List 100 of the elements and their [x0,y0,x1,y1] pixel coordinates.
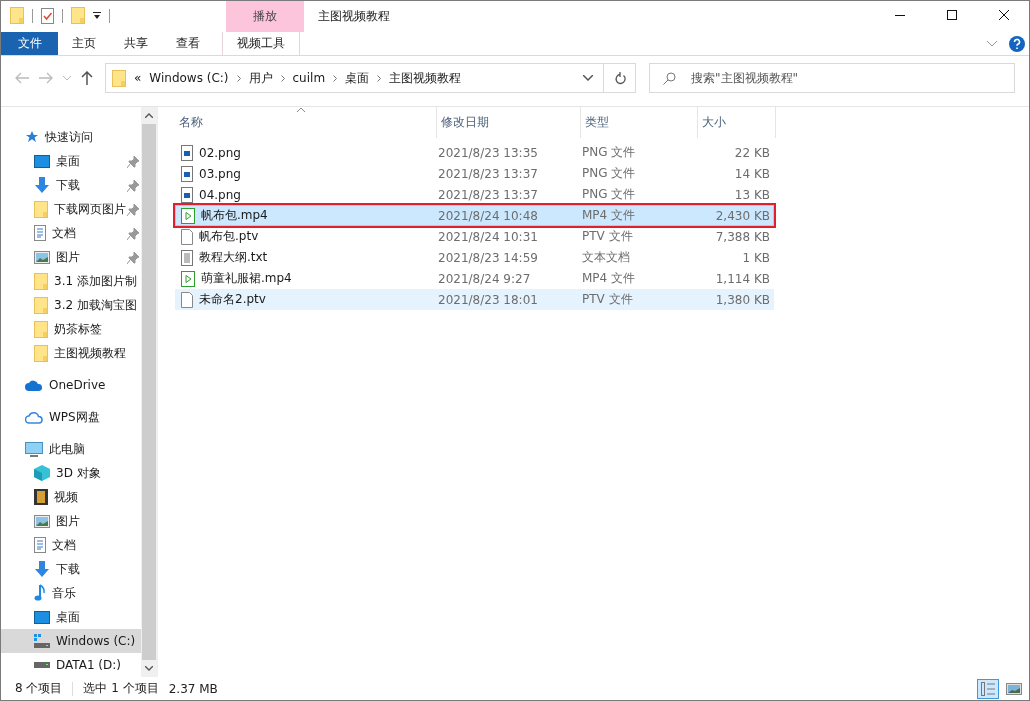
help-icon[interactable] [1009,35,1025,52]
details-view-button[interactable] [977,678,999,699]
ribbon-tab[interactable]: 文件 [1,32,58,55]
close-icon[interactable] [999,10,1009,20]
sidebar-item[interactable]: 图片 [1,509,141,533]
sidebar-item[interactable]: 图片 [1,245,141,269]
dropdown-icon[interactable] [93,12,101,19]
column-header[interactable]: 大小 [698,107,776,138]
sidebar-item[interactable]: DATA1 (D:) [1,653,141,677]
refresh-icon[interactable] [613,71,626,85]
file-row[interactable]: 帆布包.ptv 2021/8/24 10:31 PTV 文件 7,388 KB [175,226,774,247]
breadcrumb-overflow[interactable]: « [134,71,142,85]
file-row[interactable]: 帆布包.mp4 2021/8/24 10:48 MP4 文件 2,430 KB [175,205,774,226]
file-row[interactable]: 04.png 2021/8/23 13:37 PNG 文件 13 KB [175,184,774,205]
sidebar-item[interactable]: 桌面 [1,605,141,629]
type-cell-text: PNG 文件 [582,186,637,203]
star-icon [25,130,39,144]
sort-caret-icon [297,107,305,112]
breadcrumb-segment[interactable]: cuilm [292,71,326,85]
column-header[interactable]: 修改日期 [437,107,581,138]
sidebar-item[interactable]: Windows (C:) [1,629,141,653]
breadcrumb-segment[interactable]: 桌面 [345,69,370,87]
checklist-icon[interactable] [41,7,54,24]
ribbon-tab[interactable]: 查看 [162,32,214,55]
sidebar-item[interactable]: 快速访问 [1,125,141,149]
music-note-icon [34,584,46,602]
folder-icon [34,200,48,218]
scrollbar[interactable] [141,107,157,677]
scroll-thumb[interactable] [142,124,156,660]
file-row[interactable]: 教程大纲.txt 2021/8/23 14:59 文本文档 1 KB [175,247,774,268]
sidebar-item[interactable]: 下载 [1,173,141,197]
maximize-icon[interactable] [947,10,957,20]
column-header[interactable]: 名称 [175,107,437,138]
down-arrow-icon [34,177,50,193]
date-cell-text: 2021/8/23 13:37 [438,187,539,202]
date-cell-text: 2021/8/24 9:27 [438,271,532,286]
picture-icon [34,514,50,528]
type-cell-text: PNG 文件 [582,165,637,182]
type-cell-text: PTV 文件 [582,228,634,245]
breadcrumb-segment[interactable]: Windows (C:) [149,71,229,85]
size-cell-text: 1 KB [741,250,770,265]
file-row[interactable]: 02.png 2021/8/23 13:35 PNG 文件 22 KB [175,142,774,163]
file-row[interactable]: 未命名2.ptv 2021/8/23 18:01 PTV 文件 1,380 KB [175,289,774,310]
sidebar-item[interactable]: 此电脑 [1,437,141,461]
file-row[interactable]: 萌童礼服裙.mp4 2021/8/24 9:27 MP4 文件 1,114 KB [175,268,774,289]
address-bar[interactable]: « Windows (C:) 用户 cuilm 桌面 主图视频教程 [105,63,636,93]
video-file-icon [181,207,195,224]
breadcrumb-chevron-icon[interactable] [280,74,285,82]
ribbon-tab[interactable]: 主页 [58,32,110,55]
date-cell-text: 2021/8/23 18:01 [438,292,539,307]
sidebar-item[interactable]: 3.1 添加图片制 [1,269,141,293]
breadcrumb-chevron-icon[interactable] [377,74,382,82]
sidebar-item[interactable]: 下载 [1,557,141,581]
file-name: 未命名2.ptv [199,291,266,308]
chevron-down-icon[interactable] [583,75,593,81]
breadcrumb-segment[interactable]: 用户 [248,69,273,87]
desktop-icon [34,154,50,168]
scroll-up-icon[interactable] [145,113,153,118]
type-cell-text: 文本文档 [582,249,631,266]
folder-icon [34,272,48,290]
breadcrumb-segment[interactable]: 主图视频教程 [389,69,462,87]
scroll-down-icon[interactable] [145,666,153,671]
document-icon [34,537,46,553]
size-cell-text: 1,380 KB [714,292,770,307]
sidebar-item[interactable]: 音乐 [1,581,141,605]
sidebar-item[interactable]: WPS网盘 [1,405,141,429]
size-cell-text: 22 KB [733,145,770,160]
column-header[interactable]: 类型 [581,107,698,138]
folder-icon [34,344,48,362]
sidebar-item[interactable]: 主图视频教程 [1,341,141,365]
sidebar-item[interactable]: OneDrive [1,373,141,397]
sidebar-item[interactable]: 奶茶标签 [1,317,141,341]
breadcrumb-chevron-icon[interactable] [236,74,241,82]
file-name: 帆布包.ptv [199,228,259,245]
image-file-icon [181,144,193,161]
selection-count: 选中 1 个项目 [83,680,159,697]
size-cell-text: 7,388 KB [714,229,770,244]
sidebar-item[interactable]: 文档 [1,533,141,557]
image-file-icon [181,165,193,182]
down-arrow-icon [34,561,50,577]
file-name: 萌童礼服裙.mp4 [201,270,292,287]
sidebar-item[interactable]: 3.2 加载淘宝图 [1,293,141,317]
ribbon-tab[interactable]: 视频工具 [222,32,300,55]
breadcrumb-chevron-icon[interactable] [333,74,338,82]
document-icon [34,225,46,241]
up-arrow-icon[interactable] [81,71,93,85]
file-row[interactable]: 03.png 2021/8/23 13:37 PNG 文件 14 KB [175,163,774,184]
search-field[interactable]: 搜索"主图视频教程" [649,63,1015,93]
text-file-icon [181,249,193,266]
sidebar-item[interactable]: 文档 [1,221,141,245]
sidebar-item[interactable]: 视频 [1,485,141,509]
file-name: 帆布包.mp4 [201,207,268,224]
item-count: 8 个项目 [15,680,63,697]
sidebar-item[interactable]: 3D 对象 [1,461,141,485]
ribbon-tab[interactable]: 共享 [110,32,162,55]
drive-icon [34,662,50,668]
sidebar-item[interactable]: 下载网页图片 [1,197,141,221]
blank-file-icon [181,291,193,308]
sidebar-item[interactable]: 桌面 [1,149,141,173]
type-cell-text: MP4 文件 [582,207,637,224]
